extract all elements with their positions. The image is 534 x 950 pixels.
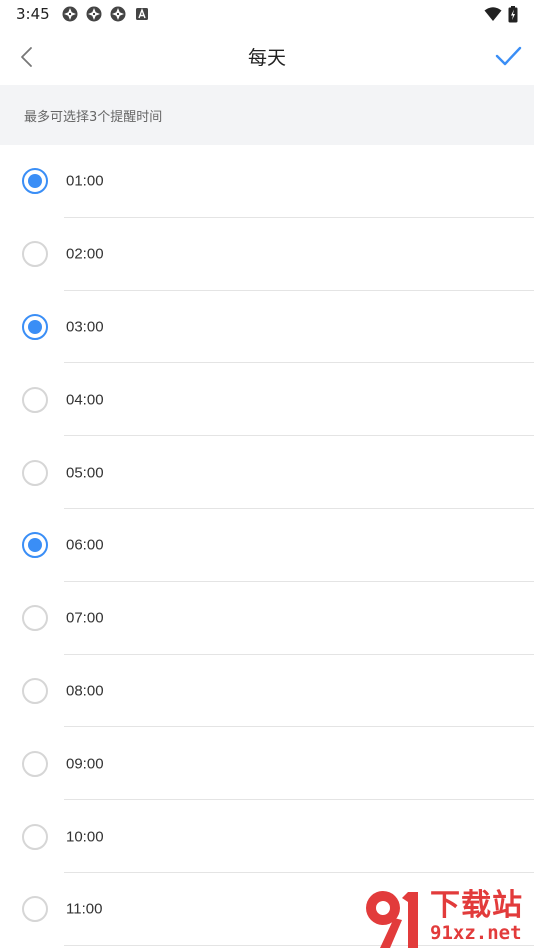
radio-button[interactable] (22, 168, 48, 195)
time-label: 09:00 (66, 755, 104, 773)
time-label: 03:00 (66, 318, 104, 336)
time-label: 04:00 (66, 391, 104, 409)
app-notification-icon (135, 8, 148, 20)
hint-bar: 最多可选择3个提醒时间 (0, 85, 534, 145)
battery-icon (508, 5, 518, 22)
notification-icon (62, 6, 78, 22)
notification-icon (110, 6, 126, 22)
notification-icon (86, 6, 102, 22)
radio-button[interactable] (22, 313, 48, 340)
watermark-url: 91xz.net (430, 922, 522, 944)
time-label: 11:00 (66, 900, 103, 918)
time-option[interactable]: 03:00 (0, 291, 534, 364)
radio-button[interactable] (22, 750, 48, 777)
watermark-text: 下载站 91xz.net (430, 888, 523, 945)
radio-button[interactable] (22, 823, 48, 850)
time-option[interactable]: 01:00 (0, 145, 534, 218)
time-label: 10:00 (66, 828, 104, 846)
time-label: 08:00 (66, 682, 104, 700)
back-button[interactable] (14, 44, 40, 70)
hint-text: 最多可选择3个提醒时间 (24, 109, 163, 125)
time-option[interactable]: 05:00 (0, 436, 534, 509)
time-label: 07:00 (66, 609, 104, 627)
radio-button[interactable] (22, 386, 48, 413)
wifi-icon (484, 7, 502, 21)
status-right (484, 5, 518, 23)
time-option[interactable]: 10:00 (0, 800, 534, 873)
radio-button[interactable] (22, 241, 48, 268)
time-option[interactable]: 09:00 (0, 727, 534, 801)
radio-button[interactable] (22, 896, 48, 923)
time-option[interactable]: 08:00 (0, 655, 534, 728)
radio-button[interactable] (22, 459, 48, 486)
time-label: 05:00 (66, 464, 104, 482)
watermark-logo-icon (366, 891, 418, 948)
watermark-title: 下载站 (430, 888, 523, 923)
status-time: 3:45 (16, 5, 50, 23)
radio-button[interactable] (22, 605, 48, 632)
time-option[interactable]: 06:00 (0, 509, 534, 582)
top-app-bar: 每天 (0, 28, 534, 85)
time-option[interactable]: 07:00 (0, 582, 534, 655)
status-left: 3:45 (16, 5, 150, 23)
time-label: 02:00 (66, 245, 104, 263)
page-title: 每天 (247, 47, 286, 69)
time-label: 06:00 (66, 536, 104, 554)
status-bar: 3:45 (0, 0, 534, 28)
time-option[interactable]: 02:00 (0, 218, 534, 291)
time-list: 01:00 02:00 03:00 04:00 05:00 06:00 07:0… (0, 145, 534, 946)
confirm-button[interactable] (494, 42, 522, 70)
radio-button[interactable] (22, 677, 48, 704)
time-label: 01:00 (66, 172, 104, 190)
watermark: 下载站 91xz.net (358, 884, 534, 950)
radio-button[interactable] (22, 532, 48, 559)
time-option[interactable]: 04:00 (0, 363, 534, 437)
